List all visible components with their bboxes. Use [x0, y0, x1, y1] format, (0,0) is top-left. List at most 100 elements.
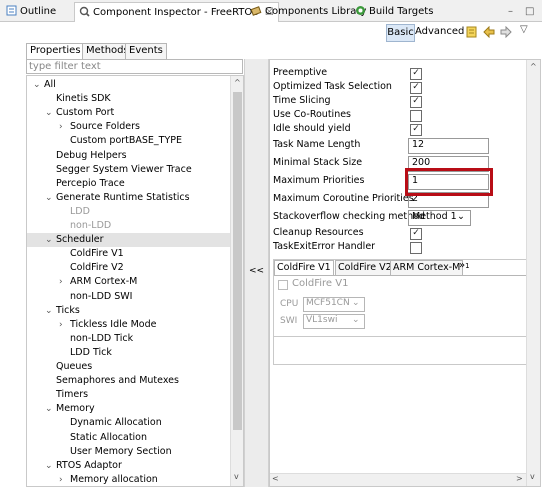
splitter-gutter[interactable]: <<	[244, 59, 269, 487]
chevron-down-icon[interactable]: ⌄	[45, 106, 55, 120]
chevron-right-icon[interactable]: ›	[59, 275, 69, 289]
chevron-down-icon[interactable]: ⌄	[45, 459, 55, 473]
tree-item[interactable]: Queues	[27, 360, 230, 374]
more-tabs-button[interactable]: »1	[459, 260, 470, 271]
tree-item[interactable]: ⌄ Generate Runtime Statistics	[27, 191, 230, 205]
forward-arrow-icon[interactable]	[500, 26, 512, 38]
chevron-down-icon[interactable]: ⌄	[45, 304, 55, 318]
tab-divider	[274, 275, 532, 276]
property-checkbox[interactable]	[410, 110, 422, 122]
tab-events[interactable]: Events	[125, 43, 167, 59]
chevron-right-icon[interactable]: ›	[59, 120, 69, 134]
property-checkbox[interactable]: ✓	[410, 68, 422, 80]
tree-item[interactable]: ⌄ Scheduler	[27, 233, 230, 248]
tab-properties[interactable]: Properties	[26, 43, 85, 59]
tree-item[interactable]: Debug Helpers	[27, 149, 230, 163]
tab-outline[interactable]: Outline	[6, 2, 56, 22]
scroll-up-icon[interactable]: ^	[530, 62, 537, 71]
scroll-down-icon[interactable]: v	[234, 472, 239, 481]
tree-item[interactable]: ⌄ All	[27, 78, 230, 92]
tab-arm-cortex-m[interactable]: ARM Cortex-M	[390, 260, 464, 276]
property-checkbox[interactable]: ✓	[410, 96, 422, 108]
tree-item[interactable]: ⌄ Custom Port	[27, 106, 230, 120]
property-checkbox[interactable]	[410, 242, 422, 254]
chevron-down-icon[interactable]: ⌄	[45, 233, 55, 247]
tree-item[interactable]: › Tickless Idle Mode	[27, 318, 230, 332]
coldfire-v1-checkbox[interactable]	[278, 280, 288, 290]
checkmark-icon: ✓	[412, 82, 420, 92]
tree-item[interactable]: User Memory Section	[27, 445, 230, 459]
maximize-button[interactable]: □	[525, 2, 534, 22]
tree-item[interactable]: Kinetis SDK	[27, 92, 230, 106]
chevron-down-icon[interactable]: ⌄	[45, 191, 55, 205]
property-checkbox[interactable]: ✓	[410, 228, 422, 240]
tree-item[interactable]: Percepio Trace	[27, 177, 230, 191]
tree-item-label: Queues	[56, 361, 93, 372]
chevron-down-icon: ⌄	[352, 298, 360, 308]
back-arrow-icon[interactable]	[483, 26, 495, 38]
chevron-right-icon[interactable]: ›	[59, 318, 69, 332]
collapse-tree-button[interactable]: <<	[249, 266, 264, 276]
tree-item[interactable]: ⌄ Ticks	[27, 304, 230, 318]
swi-label: SWI	[280, 316, 298, 326]
view-menu-icon[interactable]: ▽	[520, 24, 528, 35]
tree-item[interactable]: Timers	[27, 388, 230, 402]
swi-select[interactable]: VL1swi ⌄	[303, 314, 365, 329]
tree-item[interactable]: non-LDD SWI	[27, 290, 230, 304]
property-input[interactable]: 12	[408, 138, 489, 154]
tree-item-label: Source Folders	[70, 121, 140, 133]
chevron-down-icon: ⌄	[352, 315, 360, 325]
property-checkbox[interactable]: ✓	[410, 124, 422, 136]
tree-item[interactable]: › ARM Cortex-M	[27, 275, 230, 289]
tree-scrollbar[interactable]: ^ v	[230, 76, 243, 486]
tab-component-inspector[interactable]: Component Inspector - FreeRTOS ☒	[74, 2, 279, 23]
tree-item[interactable]: ⌄ Memory	[27, 402, 230, 416]
note-icon[interactable]	[466, 26, 478, 38]
tree-item[interactable]: ColdFire V1	[27, 247, 230, 261]
tree-item[interactable]: LDD Tick	[27, 346, 230, 360]
basic-mode-button[interactable]: Basic	[386, 24, 415, 42]
tree-item-label: Dynamic Allocation	[70, 417, 162, 429]
filter-input[interactable]: type filter text	[26, 59, 243, 74]
cpu-select[interactable]: MCF51CN ⌄	[303, 297, 365, 312]
tree-item[interactable]: Dynamic Allocation	[27, 416, 230, 430]
tree-item[interactable]: Static Allocation	[27, 431, 230, 445]
scroll-right-icon[interactable]: >	[516, 474, 523, 483]
tree-item-label: Custom portBASE_TYPE	[70, 135, 183, 147]
chevron-down-icon[interactable]: ⌄	[45, 402, 55, 416]
tab-coldfire-v2[interactable]: ColdFire V2	[335, 260, 395, 276]
scroll-down-icon[interactable]: v	[530, 472, 535, 481]
property-scrollbar[interactable]: ^ v	[526, 60, 540, 486]
property-select[interactable]: Method 1 ⌄	[408, 210, 471, 226]
property-checkbox[interactable]: ✓	[410, 82, 422, 94]
minimize-button[interactable]: –	[508, 2, 513, 22]
advanced-mode-button[interactable]: Advanced	[415, 24, 464, 40]
tab-coldfire-v1[interactable]: ColdFire V1	[274, 260, 334, 276]
tree-item[interactable]: Custom portBASE_TYPE	[27, 134, 230, 148]
chevron-right-icon[interactable]: ›	[59, 473, 69, 486]
tree-item-label: Memory allocation	[70, 473, 158, 485]
tree-item-label: LDD	[70, 205, 90, 217]
tree-item[interactable]: ⌄ RTOS Adaptor	[27, 459, 230, 473]
tree-item[interactable]: non-LDD Tick	[27, 332, 230, 346]
tab-components-library[interactable]: Components Library	[251, 2, 366, 22]
tree-item[interactable]: › Memory allocation	[27, 473, 230, 486]
library-icon	[251, 6, 262, 16]
cpu-value: MCF51CN	[306, 298, 350, 308]
tree-item[interactable]: Semaphores and Mutexes	[27, 374, 230, 388]
scroll-left-icon[interactable]: <	[272, 474, 279, 483]
tree-item-label: ARM Cortex-M	[70, 276, 138, 288]
panel-divider	[274, 336, 532, 337]
property-hscrollbar[interactable]: < >	[270, 473, 526, 486]
scrollbar-thumb[interactable]	[233, 92, 242, 430]
chevron-down-icon[interactable]: ⌄	[33, 78, 43, 92]
checkmark-icon: ✓	[412, 96, 420, 106]
tree-item[interactable]: ColdFire V2	[27, 261, 230, 275]
scroll-up-icon[interactable]: ^	[234, 78, 241, 87]
tree-item[interactable]: › Source Folders	[27, 120, 230, 134]
tree-item[interactable]: non-LDD	[27, 219, 230, 233]
tree-item[interactable]: Segger System Viewer Trace	[27, 163, 230, 177]
more-tabs-count: 1	[465, 262, 470, 270]
tree-item[interactable]: LDD	[27, 205, 230, 219]
tab-build-targets[interactable]: Build Targets	[355, 2, 433, 22]
